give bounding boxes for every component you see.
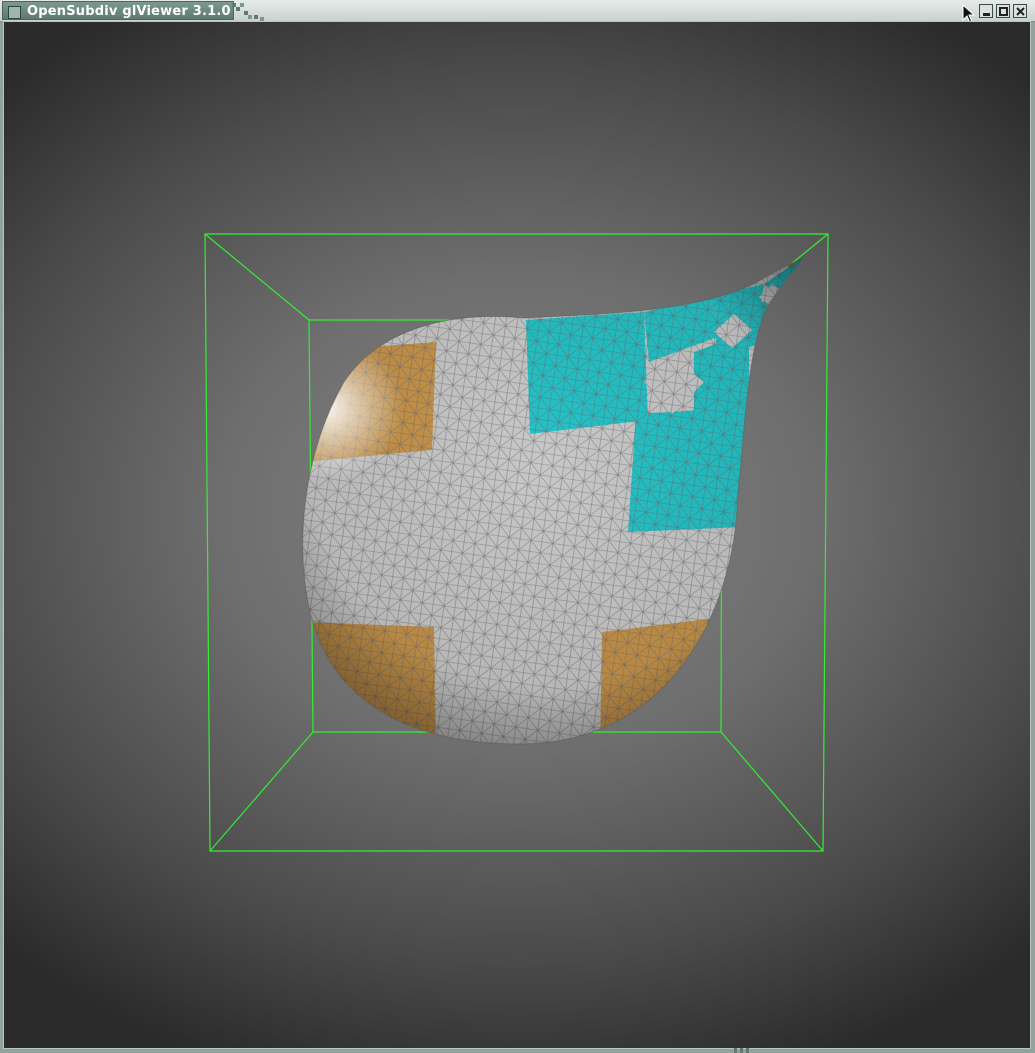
- window-title: OpenSubdiv glViewer 3.1.0: [27, 4, 231, 19]
- app-window: OpenSubdiv glViewer 3.1.0: [0, 0, 1035, 1053]
- mouse-cursor-icon: [962, 4, 976, 24]
- minimize-button[interactable]: [979, 4, 993, 18]
- scene-canvas[interactable]: [4, 22, 1030, 1048]
- title-tab-edge-icon: [232, 3, 264, 21]
- minimize-icon: [983, 13, 990, 16]
- maximize-icon: [999, 7, 1008, 16]
- gl-viewport[interactable]: [4, 22, 1030, 1048]
- title-bar[interactable]: OpenSubdiv glViewer 3.1.0: [0, 0, 1035, 24]
- close-button[interactable]: [1013, 4, 1027, 18]
- title-tab[interactable]: OpenSubdiv glViewer 3.1.0: [2, 1, 234, 20]
- maximize-button[interactable]: [996, 4, 1010, 18]
- resize-grip-icon[interactable]: [734, 1048, 754, 1053]
- close-icon: [1016, 7, 1025, 16]
- app-window-icon[interactable]: [8, 6, 21, 19]
